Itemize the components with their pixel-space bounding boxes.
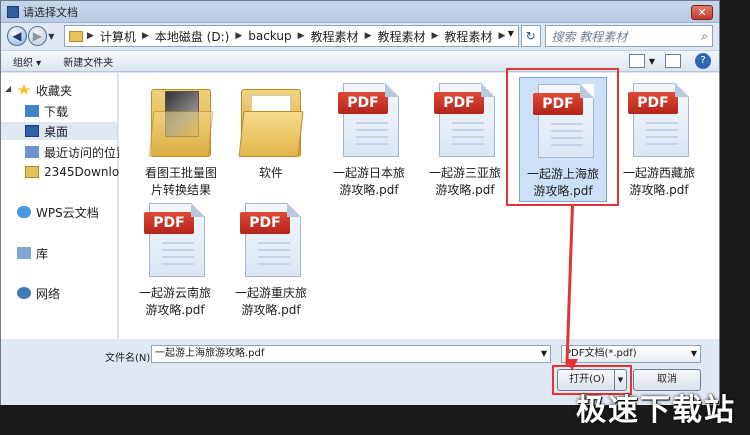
file-name: 一起游云南旅 游攻略.pdf <box>138 286 211 317</box>
download-folder-icon <box>25 105 39 117</box>
star-icon <box>17 84 31 95</box>
back-button[interactable]: ◀ <box>7 26 27 46</box>
folder-icon <box>25 166 39 178</box>
recent-pages-dropdown-icon[interactable]: ▼ <box>48 32 58 41</box>
folder-icon <box>148 85 214 157</box>
folder-icon <box>69 30 83 42</box>
chevron-right-icon[interactable]: ▶ <box>235 31 242 41</box>
sidebar-item-downloads[interactable]: 下载 <box>25 102 133 120</box>
chevron-down-icon[interactable]: ▼ <box>541 346 547 362</box>
file-list: 看图王批量图 片转换结果 软件 PDF 一起游日本旅 游攻略.pdf PDF 一起游… <box>119 73 719 339</box>
sidebar-item-network[interactable]: 网络 <box>17 284 125 302</box>
breadcrumb-drive-d[interactable]: 本地磁盘 (D:) <box>155 28 229 45</box>
sidebar-item-desktop[interactable]: 桌面 <box>1 122 117 140</box>
chevron-right-icon[interactable]: ▶ <box>87 31 94 41</box>
file-name: 一起游三亚旅 游攻略.pdf <box>428 166 501 197</box>
recent-places-icon <box>25 146 39 158</box>
chevron-right-icon[interactable]: ▶ <box>142 31 149 41</box>
file-item-folder-software[interactable]: 软件 <box>227 77 315 202</box>
filename-input[interactable]: 一起游上海旅游攻略.pdf ▼ <box>151 345 551 363</box>
pdf-file-icon: PDF <box>144 203 205 277</box>
chevron-right-icon[interactable]: ▶ <box>432 31 439 41</box>
network-icon <box>17 287 31 299</box>
filetype-select[interactable]: PDF文档(*.pdf) ▼ <box>561 345 701 363</box>
file-name: 看图王批量图 片转换结果 <box>144 166 217 197</box>
toolbar-right: ▼ ? <box>628 53 711 69</box>
file-name: 软件 <box>258 166 283 180</box>
file-item-folder-kantuwang[interactable]: 看图王批量图 片转换结果 <box>137 77 225 202</box>
file-item-pdf-chongqing[interactable]: PDF 一起游重庆旅 游攻略.pdf <box>227 197 315 322</box>
breadcrumb-computer[interactable]: 计算机 <box>100 28 136 45</box>
sidebar-item-recent[interactable]: 最近访问的位置 <box>25 143 133 161</box>
address-dropdown-icon[interactable]: ▼ <box>508 29 514 38</box>
sidebar-item-2345downloads[interactable]: 2345Downloads <box>25 163 133 181</box>
pdf-file-icon: PDF <box>434 83 495 157</box>
breadcrumb-tutorial-2[interactable]: 教程素材 <box>377 28 425 45</box>
forward-button[interactable]: ▶ <box>27 26 48 46</box>
search-placeholder: 搜索 教程素材 <box>551 29 628 44</box>
file-name: 一起游重庆旅 游攻略.pdf <box>234 286 307 317</box>
pdf-file-icon: PDF <box>240 203 301 277</box>
address-bar[interactable]: ▶ 计算机 ▶ 本地磁盘 (D:) ▶ backup ▶ 教程素材 ▶ 教程素材… <box>64 25 519 47</box>
file-item-pdf-yunnan[interactable]: PDF 一起游云南旅 游攻略.pdf <box>131 197 219 322</box>
file-item-pdf-tibet[interactable]: PDF 一起游西藏旅 游攻略.pdf <box>615 77 703 202</box>
organize-menu[interactable]: 组织 ▾ <box>13 54 41 69</box>
chevron-down-icon[interactable]: ▼ <box>691 346 697 362</box>
title-bar: 请选择文档 ✕ <box>1 1 719 23</box>
search-input[interactable]: 搜索 教程素材 ⌕ <box>544 25 714 47</box>
folder-icon <box>238 85 304 157</box>
expand-arrow-icon[interactable]: ◢ <box>5 84 11 93</box>
breadcrumb-tutorial-1[interactable]: 教程素材 <box>311 28 359 45</box>
library-icon <box>17 247 31 259</box>
sidebar-item-favorites[interactable]: 收藏夹 <box>17 81 125 99</box>
desktop-icon <box>25 125 39 137</box>
view-dropdown-icon[interactable]: ▼ <box>649 57 655 66</box>
cloud-icon <box>17 206 31 218</box>
file-name: 一起游西藏旅 游攻略.pdf <box>622 166 695 197</box>
watermark: 极速下载站 <box>576 393 736 428</box>
preview-pane-icon[interactable] <box>665 54 681 68</box>
file-item-pdf-japan[interactable]: PDF 一起游日本旅 游攻略.pdf <box>325 77 413 202</box>
file-item-pdf-sanya[interactable]: PDF 一起游三亚旅 游攻略.pdf <box>421 77 509 202</box>
breadcrumb-backup[interactable]: backup <box>248 29 291 43</box>
chevron-right-icon[interactable]: ▶ <box>365 31 372 41</box>
navigation-pane: ◢ 收藏夹 下载 桌面 最近访问的位置 2345Downloads WPS云文档 <box>1 73 133 339</box>
new-folder-button[interactable]: 新建文件夹 <box>63 54 113 69</box>
sidebar-item-library[interactable]: 库 <box>17 244 125 262</box>
app-icon <box>7 5 19 18</box>
pdf-file-icon: PDF <box>338 83 399 157</box>
pdf-file-icon: PDF <box>628 83 689 157</box>
file-name: 一起游日本旅 游攻略.pdf <box>332 166 405 197</box>
window-title: 请选择文档 <box>23 5 78 19</box>
help-icon[interactable]: ? <box>695 53 711 69</box>
chevron-right-icon[interactable]: ▶ <box>498 31 505 41</box>
sidebar-item-wps-cloud[interactable]: WPS云文档 <box>17 203 125 221</box>
close-button[interactable]: ✕ <box>691 5 713 20</box>
refresh-button[interactable]: ↻ <box>520 25 541 47</box>
chevron-right-icon[interactable]: ▶ <box>298 31 305 41</box>
filename-label: 文件名(N): <box>105 353 154 364</box>
search-icon[interactable]: ⌕ <box>701 29 708 44</box>
highlight-box-selected-file <box>506 68 619 206</box>
view-options-icon[interactable] <box>628 54 645 68</box>
navigation-bar: ◀ ▶ ▼ ▶ 计算机 ▶ 本地磁盘 (D:) ▶ backup ▶ 教程素材 … <box>1 23 719 49</box>
breadcrumb-tutorial-3[interactable]: 教程素材 <box>444 28 492 45</box>
